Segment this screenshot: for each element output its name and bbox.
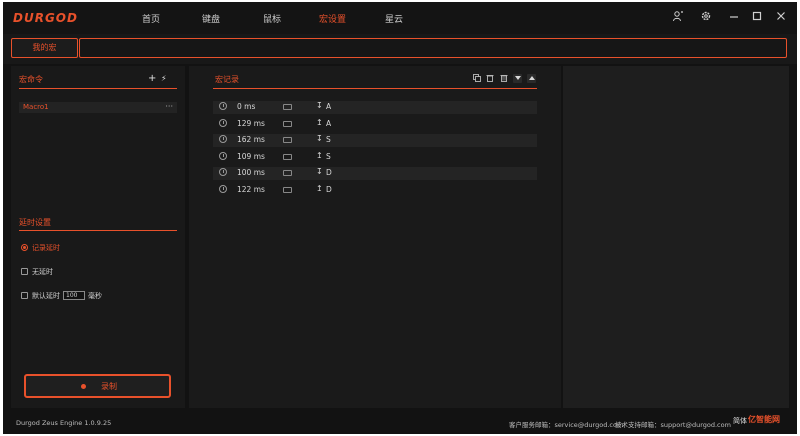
gear-icon[interactable] — [699, 10, 713, 24]
trash-icon[interactable] — [485, 74, 494, 83]
nav-home[interactable]: 首页 — [142, 12, 160, 25]
key-direction-icon: ↧ — [316, 167, 323, 176]
user-icon[interactable] — [671, 10, 685, 24]
record-dot-icon — [81, 384, 86, 389]
minimize-icon[interactable] — [727, 10, 741, 24]
keyboard-icon — [283, 137, 292, 143]
default-delay-checkbox[interactable] — [21, 292, 28, 299]
clock-icon — [219, 185, 227, 193]
keyboard-icon — [283, 154, 292, 160]
key-direction-icon: ↥ — [316, 184, 323, 193]
move-up-icon[interactable] — [527, 74, 536, 83]
tab-my-macros[interactable]: 我的宏 — [11, 38, 78, 58]
delay-time: 109 ms — [237, 152, 265, 161]
default-delay-label: 默认延时 — [32, 292, 60, 300]
close-icon[interactable] — [774, 10, 788, 24]
app-window: DURGOD 首页 键盘 鼠标 宏设置 星云 我的宏 宏命令 + ⚡ Macro… — [3, 2, 797, 434]
flash-icon[interactable]: ⚡ — [161, 74, 167, 84]
macro-list-panel: 宏命令 + ⚡ Macro1 ··· 延时设置 记录延时 无延时 默认延时 10… — [11, 66, 185, 408]
record-row[interactable]: 109 ms ↥ S — [213, 151, 537, 164]
keyboard-icon — [283, 187, 292, 193]
service-email[interactable]: 客户服务邮箱：service@durgod.com — [509, 419, 623, 429]
key-direction-icon: ↧ — [316, 134, 323, 143]
record-delay-radio[interactable] — [21, 244, 28, 251]
default-delay-input[interactable]: 100 — [63, 291, 85, 300]
macro-panel-divider — [19, 88, 177, 89]
delete-icon[interactable] — [499, 74, 508, 83]
key-direction-icon: ↥ — [316, 151, 323, 160]
key-direction-icon: ↧ — [316, 101, 323, 110]
record-delay-label: 记录延时 — [32, 244, 60, 252]
nav-nebula[interactable]: 星云 — [385, 12, 403, 25]
support-email[interactable]: 技术支持邮箱：support@durgod.com — [615, 419, 731, 429]
key-name: D — [326, 168, 332, 177]
record-row[interactable]: 0 ms ↧ A — [213, 101, 537, 114]
record-row[interactable]: 162 ms ↧ S — [213, 134, 537, 147]
maximize-icon[interactable] — [750, 10, 764, 24]
key-name: S — [326, 152, 331, 161]
macro-tab-bar: 我的宏 — [3, 34, 797, 64]
more-icon[interactable]: ··· — [165, 102, 173, 111]
record-row[interactable]: 100 ms ↧ D — [213, 167, 537, 180]
keyboard-icon — [283, 104, 292, 110]
delay-time: 129 ms — [237, 119, 265, 128]
record-button-label: 录制 — [101, 382, 117, 391]
delay-time: 122 ms — [237, 185, 265, 194]
copy-icon[interactable] — [472, 74, 481, 83]
brand-logo: DURGOD — [13, 11, 78, 25]
macro-name: Macro1 — [23, 103, 49, 111]
clock-icon — [219, 152, 227, 160]
title-bar: DURGOD 首页 键盘 鼠标 宏设置 星云 — [3, 2, 797, 34]
record-button[interactable]: 录制 — [24, 374, 171, 398]
clock-icon — [219, 168, 227, 176]
record-row[interactable]: 129 ms ↥ A — [213, 118, 537, 131]
version-text: Durgod Zeus Engine 1.0.9.25 — [16, 419, 112, 427]
clock-icon — [219, 119, 227, 127]
macro-panel-title: 宏命令 — [19, 75, 43, 84]
footer: Durgod Zeus Engine 1.0.9.25 客户服务邮箱：servi… — [3, 412, 797, 434]
nav-mouse[interactable]: 鼠标 — [263, 12, 281, 25]
record-panel-divider — [213, 88, 537, 89]
delay-time: 162 ms — [237, 135, 265, 144]
keyboard-icon — [283, 170, 292, 176]
clock-icon — [219, 135, 227, 143]
detail-panel — [563, 66, 789, 408]
delay-time: 100 ms — [237, 168, 265, 177]
record-panel-title: 宏记录 — [215, 75, 239, 84]
macro-list-item[interactable]: Macro1 ··· — [19, 102, 177, 113]
key-direction-icon: ↥ — [316, 118, 323, 127]
nav-macro-settings[interactable]: 宏设置 — [319, 12, 346, 25]
record-row[interactable]: 122 ms ↥ D — [213, 184, 537, 197]
move-down-icon[interactable] — [513, 74, 522, 83]
watermark: 亿智能网 — [748, 415, 780, 424]
key-name: D — [326, 185, 332, 194]
delay-settings-title: 延时设置 — [19, 218, 51, 227]
macro-record-panel: 宏记录 0 ms ↧ A 129 ms ↥ A 162 ms ↧ S 109 m… — [189, 66, 561, 408]
nav-keyboard[interactable]: 键盘 — [202, 12, 220, 25]
delay-time: 0 ms — [237, 102, 256, 111]
add-macro-icon[interactable]: + — [148, 74, 156, 84]
clock-icon — [219, 102, 227, 110]
language-selector[interactable]: 简体 — [733, 416, 747, 426]
no-delay-label: 无延时 — [32, 268, 53, 276]
delay-divider — [19, 230, 177, 231]
key-name: S — [326, 135, 331, 144]
keyboard-icon — [283, 121, 292, 127]
tab-empty[interactable] — [79, 38, 787, 58]
delay-unit-label: 毫秒 — [88, 292, 102, 300]
no-delay-checkbox[interactable] — [21, 268, 28, 275]
key-name: A — [326, 119, 332, 128]
key-name: A — [326, 102, 332, 111]
